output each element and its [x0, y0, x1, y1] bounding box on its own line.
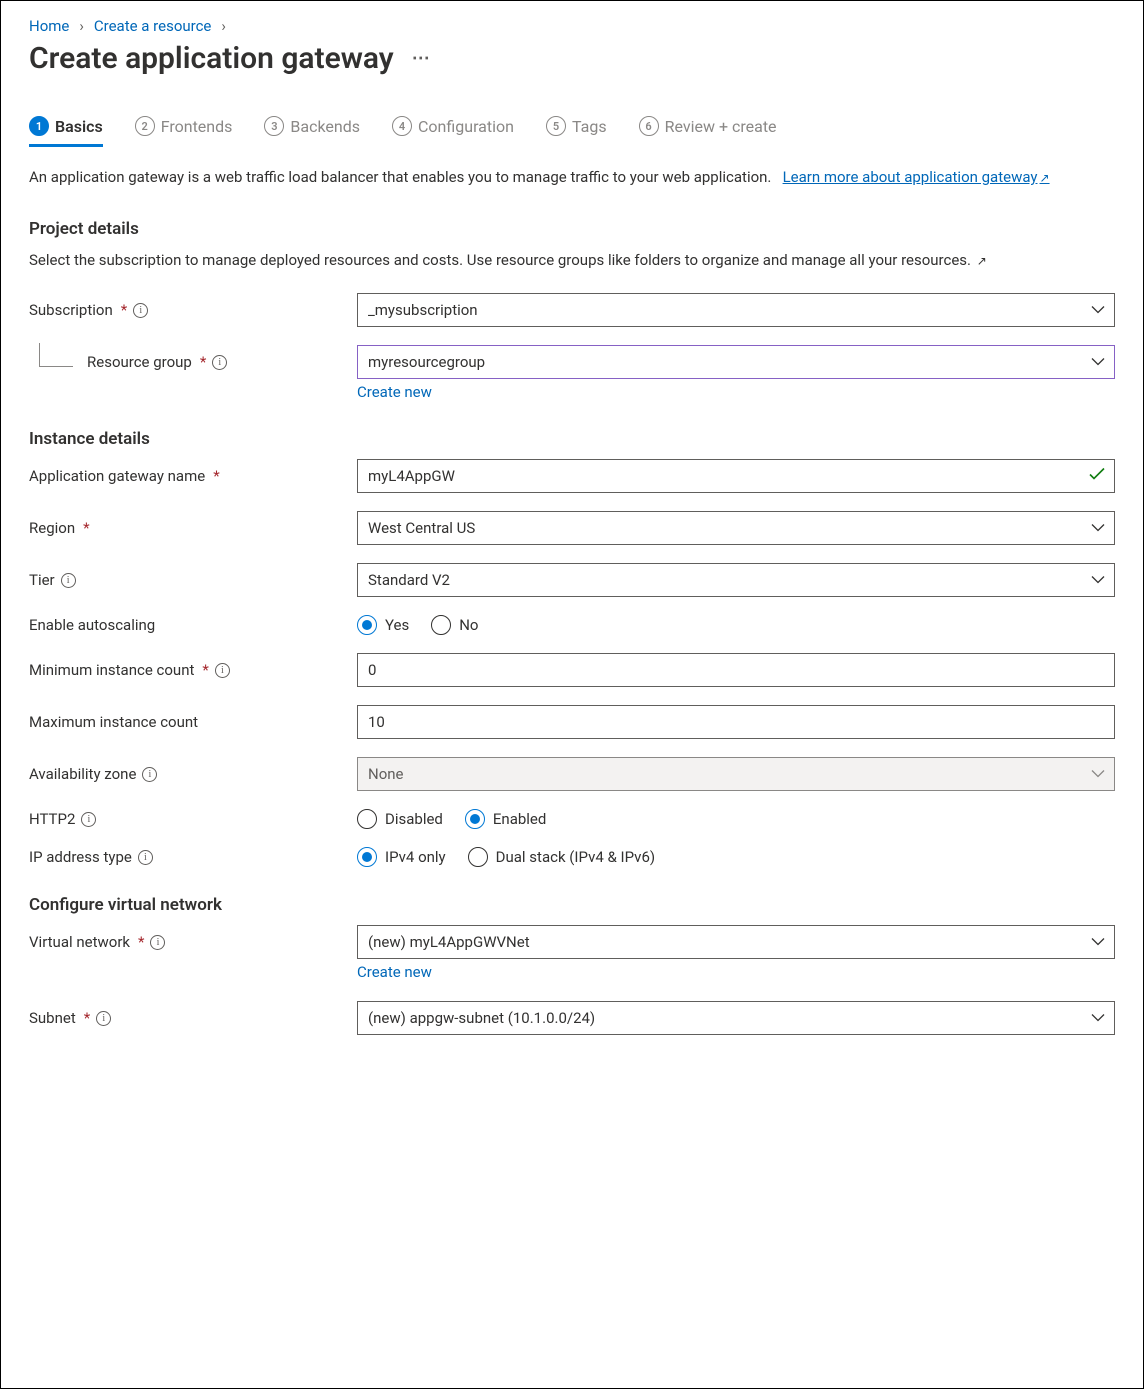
radio-label: Dual stack (IPv4 & IPv6)	[496, 848, 655, 866]
gateway-name-value: myL4AppGW	[368, 467, 455, 485]
breadcrumb: Home › Create a resource ›	[29, 17, 1115, 35]
tree-elbow-icon	[39, 343, 73, 367]
tab-label: Configuration	[418, 117, 514, 136]
page-title-text: Create application gateway	[29, 41, 394, 76]
virtual-network-label: Virtual network* i	[29, 933, 357, 951]
intro-description: An application gateway is a web traffic …	[29, 168, 771, 186]
tab-number: 2	[135, 116, 155, 136]
availability-zone-label: Availability zone i	[29, 765, 357, 783]
subnet-value: (new) appgw-subnet (10.1.0.0/24)	[368, 1009, 595, 1027]
create-new-vnet-link[interactable]: Create new	[357, 963, 432, 981]
tab-label: Tags	[572, 117, 607, 136]
tab-basics[interactable]: 1 Basics	[29, 116, 103, 147]
subscription-select[interactable]: _mysubscription	[357, 293, 1115, 327]
region-value: West Central US	[368, 519, 475, 537]
subnet-label: Subnet* i	[29, 1009, 357, 1027]
radio-label: Enabled	[493, 810, 546, 828]
tab-number: 4	[392, 116, 412, 136]
tab-label: Frontends	[161, 117, 233, 136]
http2-enabled-radio[interactable]: Enabled	[465, 809, 546, 829]
ip-type-label: IP address type i	[29, 848, 357, 866]
autoscaling-yes-radio[interactable]: Yes	[357, 615, 409, 635]
info-icon[interactable]: i	[212, 355, 227, 370]
tier-select[interactable]: Standard V2	[357, 563, 1115, 597]
min-instance-input[interactable]: 0	[357, 653, 1115, 687]
resource-group-value: myresourcegroup	[368, 353, 485, 371]
dual-stack-radio[interactable]: Dual stack (IPv4 & IPv6)	[468, 847, 655, 867]
info-icon[interactable]: i	[81, 812, 96, 827]
page-title: Create application gateway ⋯	[29, 41, 1115, 76]
tab-label: Basics	[55, 117, 103, 136]
resource-group-select[interactable]: myresourcegroup	[357, 345, 1115, 379]
wizard-tabs: 1 Basics 2 Frontends 3 Backends 4 Config…	[29, 116, 1115, 148]
availability-zone-value: None	[368, 765, 404, 783]
info-icon[interactable]: i	[61, 573, 76, 588]
learn-more-link[interactable]: Learn more about application gateway↗	[783, 168, 1050, 186]
breadcrumb-home[interactable]: Home	[29, 17, 69, 35]
region-select[interactable]: West Central US	[357, 511, 1115, 545]
info-icon[interactable]: i	[138, 850, 153, 865]
tab-number: 5	[546, 116, 566, 136]
http2-label: HTTP2 i	[29, 810, 357, 828]
tier-label: Tier i	[29, 571, 357, 589]
tab-tags[interactable]: 5 Tags	[546, 116, 607, 147]
info-icon[interactable]: i	[215, 663, 230, 678]
breadcrumb-create-resource[interactable]: Create a resource	[94, 17, 212, 35]
radio-label: IPv4 only	[385, 848, 446, 866]
info-icon[interactable]: i	[133, 303, 148, 318]
tab-label: Review + create	[665, 117, 777, 136]
gateway-name-label: Application gateway name*	[29, 467, 357, 485]
check-icon	[1089, 468, 1105, 485]
tab-number: 1	[29, 116, 49, 136]
info-icon[interactable]: i	[150, 935, 165, 950]
tab-backends[interactable]: 3 Backends	[264, 116, 360, 147]
radio-label: No	[459, 616, 478, 634]
availability-zone-select: None	[357, 757, 1115, 791]
instance-details-heading: Instance details	[29, 429, 1115, 449]
subscription-value: _mysubscription	[368, 301, 478, 319]
radio-label: Yes	[385, 616, 409, 634]
subnet-select[interactable]: (new) appgw-subnet (10.1.0.0/24)	[357, 1001, 1115, 1035]
tab-configuration[interactable]: 4 Configuration	[392, 116, 514, 147]
autoscaling-no-radio[interactable]: No	[431, 615, 478, 635]
max-instance-input[interactable]: 10	[357, 705, 1115, 739]
create-new-rg-link[interactable]: Create new	[357, 383, 432, 401]
vnet-heading: Configure virtual network	[29, 895, 1115, 915]
virtual-network-value: (new) myL4AppGWVNet	[368, 933, 530, 951]
http2-disabled-radio[interactable]: Disabled	[357, 809, 443, 829]
project-details-heading: Project details	[29, 219, 1115, 239]
min-instance-label: Minimum instance count* i	[29, 661, 357, 679]
external-link-icon: ↗	[1040, 171, 1050, 185]
tab-frontends[interactable]: 2 Frontends	[135, 116, 233, 147]
virtual-network-select[interactable]: (new) myL4AppGWVNet	[357, 925, 1115, 959]
more-actions-button[interactable]: ⋯	[412, 48, 430, 69]
tier-value: Standard V2	[368, 571, 450, 589]
min-instance-value: 0	[368, 661, 376, 679]
region-label: Region*	[29, 519, 357, 537]
external-link-icon: ↗	[977, 254, 987, 268]
project-details-description: Select the subscription to manage deploy…	[29, 249, 1115, 272]
info-icon[interactable]: i	[142, 767, 157, 782]
max-instance-label: Maximum instance count	[29, 713, 357, 731]
info-icon[interactable]: i	[96, 1011, 111, 1026]
radio-label: Disabled	[385, 810, 443, 828]
intro-text: An application gateway is a web traffic …	[29, 166, 1115, 189]
max-instance-value: 10	[368, 713, 385, 731]
tab-number: 6	[639, 116, 659, 136]
tab-label: Backends	[290, 117, 360, 136]
chevron-right-icon: ›	[79, 17, 84, 35]
tab-review-create[interactable]: 6 Review + create	[639, 116, 777, 147]
autoscaling-label: Enable autoscaling	[29, 616, 357, 634]
ipv4-only-radio[interactable]: IPv4 only	[357, 847, 446, 867]
tab-number: 3	[264, 116, 284, 136]
subscription-label: Subscription* i	[29, 301, 357, 319]
chevron-right-icon: ›	[221, 17, 226, 35]
gateway-name-input[interactable]: myL4AppGW	[357, 459, 1115, 493]
resource-group-label: Resource group* i	[29, 353, 357, 371]
